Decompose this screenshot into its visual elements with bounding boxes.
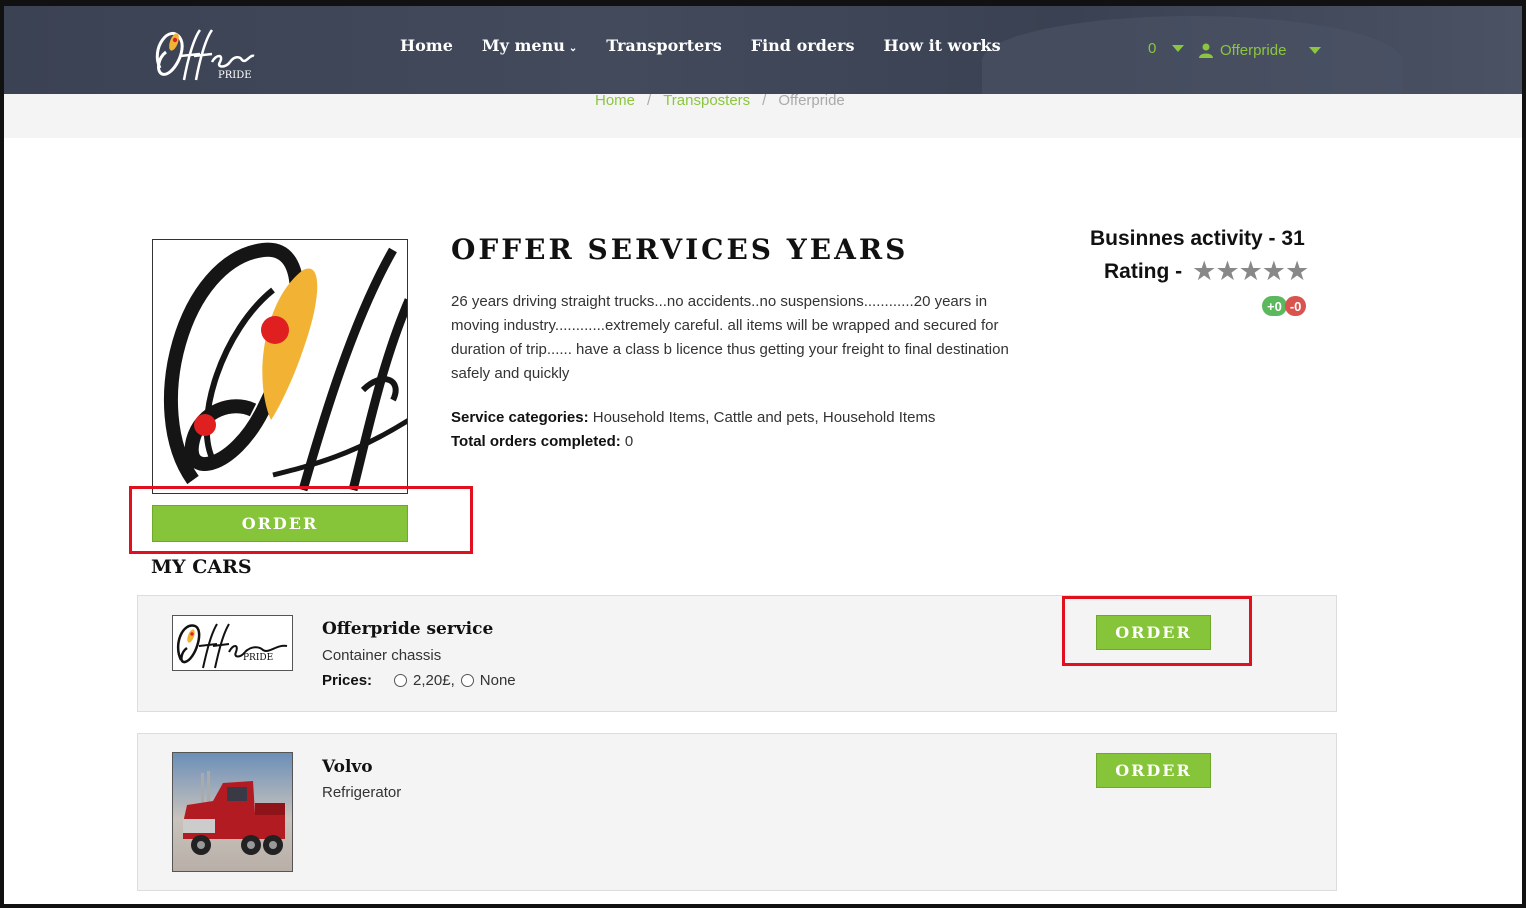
username-label: Offerpride	[1220, 42, 1287, 59]
cart-dropdown[interactable]: 0	[1148, 40, 1185, 57]
profile-title: OFFER SERVICES YEARS	[451, 233, 909, 266]
profile-avatar	[152, 239, 408, 494]
vote-plus-badge[interactable]: +0	[1262, 296, 1287, 316]
breadcrumb: Home / Transposters / Offerpride	[595, 92, 845, 109]
thumb-logo-sub-text: PRIDE	[243, 653, 273, 663]
car-type: Refrigerator	[322, 784, 402, 801]
order-button-car[interactable]: ORDER	[1096, 615, 1211, 650]
breadcrumb-current: Offerpride	[778, 92, 845, 109]
main-nav: Home My menu ⌄ Transporters Find orders H…	[400, 36, 1001, 55]
breadcrumb-separator: /	[762, 92, 767, 109]
chevron-down-icon: ⌄	[568, 43, 578, 54]
rating-label: Rating -	[1104, 259, 1183, 283]
prices-label: Prices:	[322, 672, 373, 689]
total-orders-label: Total orders completed:	[451, 433, 621, 450]
nav-find-orders[interactable]: Find orders	[751, 36, 855, 55]
user-menu[interactable]: Offerpride	[1199, 42, 1322, 59]
logo-sub-text: PRIDE	[218, 70, 252, 81]
nav-transporters[interactable]: Transporters	[606, 36, 721, 55]
caret-down-icon	[1309, 47, 1322, 54]
price-option: 2,20£,	[413, 672, 455, 689]
car-thumbnail: PRIDE	[172, 615, 293, 671]
breadcrumb-transporters[interactable]: Transposters	[663, 92, 750, 109]
service-categories-label: Service categories:	[451, 409, 589, 426]
price-option: None	[479, 672, 516, 689]
site-logo[interactable]: PRIDE	[150, 18, 260, 90]
rating: Rating - ★★★★★	[1104, 256, 1309, 287]
car-row: PRIDE Offerpride service Container chass…	[137, 595, 1337, 712]
price-radio[interactable]	[460, 674, 474, 687]
caret-down-icon	[1172, 45, 1185, 52]
my-cars-title: MY CARS	[151, 556, 252, 578]
top-navbar: PRIDE Home My menu ⌄ Transporters Find or…	[4, 6, 1522, 94]
car-thumbnail	[172, 752, 293, 872]
cart-count: 0	[1148, 40, 1157, 57]
total-orders: Total orders completed: 0	[451, 430, 935, 454]
order-button-car[interactable]: ORDER	[1096, 753, 1211, 788]
service-categories-value: Household Items, Cattle and pets, Househ…	[592, 409, 936, 426]
nav-how-it-works[interactable]: How it works	[883, 36, 1000, 55]
profile-meta: Service categories: Household Items, Cat…	[451, 406, 935, 454]
user-icon	[1199, 43, 1213, 58]
car-row: Volvo Refrigerator ORDER	[137, 733, 1337, 891]
car-name[interactable]: Offerpride service	[322, 619, 493, 639]
vote-badges: +0 -0	[1262, 296, 1307, 316]
breadcrumb-home[interactable]: Home	[595, 92, 635, 109]
breadcrumb-separator: /	[647, 92, 652, 109]
nav-my-menu-label: My menu	[481, 36, 565, 55]
car-prices: Prices: 2,20£, None	[322, 672, 516, 689]
price-radio[interactable]	[394, 674, 408, 687]
car-name[interactable]: Volvo	[322, 757, 373, 777]
car-type: Container chassis	[322, 647, 442, 664]
vote-minus-badge[interactable]: -0	[1284, 296, 1307, 316]
total-orders-value: 0	[624, 433, 634, 450]
service-categories: Service categories: Household Items, Cat…	[451, 406, 935, 430]
profile-description: 26 years driving straight trucks...no ac…	[451, 293, 1009, 382]
nav-my-menu[interactable]: My menu ⌄	[482, 36, 577, 55]
business-activity: Businnes activity - 31	[1090, 227, 1305, 250]
order-button-main[interactable]: ORDER	[152, 505, 408, 542]
nav-home[interactable]: Home	[400, 36, 453, 55]
rating-stars-icon[interactable]: ★★★★★	[1192, 256, 1309, 287]
